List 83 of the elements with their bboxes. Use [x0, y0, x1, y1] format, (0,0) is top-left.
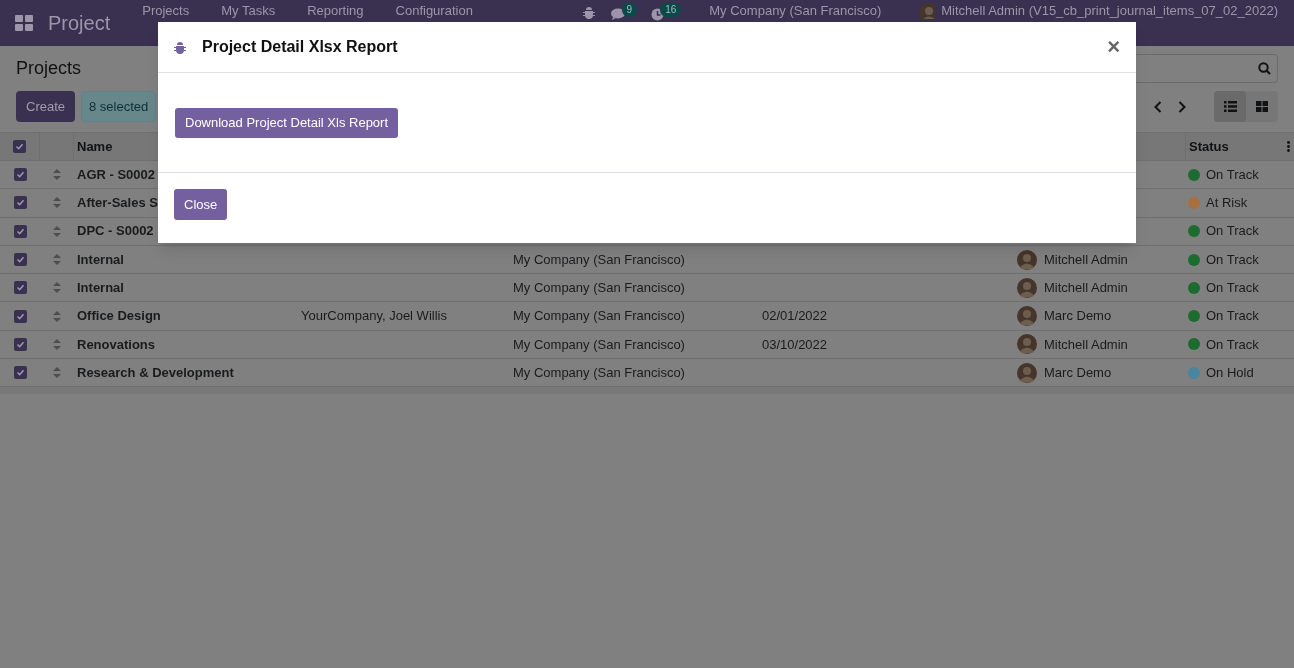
user-menu[interactable]: Mitchell Admin (V15_cb_print_journal_items_07_02_2022) [941, 3, 1278, 19]
table-cell-text: After-Sales S [77, 194, 158, 213]
column-header[interactable]: Name [74, 136, 113, 157]
apps-menu-icon[interactable] [15, 15, 33, 31]
close-button[interactable]: Close [174, 189, 228, 220]
status-label: On Track [1206, 279, 1259, 298]
checkbox[interactable] [13, 366, 27, 380]
app-name[interactable]: Project [48, 8, 111, 38]
create-button[interactable]: Create [16, 91, 76, 122]
grid-icon [1256, 101, 1268, 112]
drag-handle-icon[interactable] [53, 282, 61, 294]
avatar-icon [1017, 249, 1037, 270]
table-cell-text: Renovations [77, 335, 155, 354]
table-cell-text: Internal [77, 250, 124, 269]
bug-icon[interactable] [174, 40, 186, 54]
table-cell-text: 02/01/2022 [762, 307, 828, 326]
avatar-icon [1017, 306, 1037, 327]
table-cell-text: My Company (San Francisco) [513, 250, 685, 269]
table-cell-text: Mitchell Admin [1044, 250, 1128, 269]
table-cell-text: AGR - S0002 [77, 165, 156, 184]
messages-button[interactable]: 9 [610, 3, 638, 20]
checkbox[interactable] [13, 168, 27, 182]
counter-badge: 9 [621, 3, 638, 17]
table-cell-text: My Company (San Francisco) [513, 335, 685, 354]
status-label: On Track [1206, 222, 1259, 241]
table-cell-text: Marc Demo [1044, 307, 1112, 326]
status-label: On Hold [1206, 363, 1254, 382]
avatar-icon [919, 3, 936, 19]
drag-handle-icon[interactable] [53, 310, 61, 322]
drag-handle-icon[interactable] [53, 169, 61, 181]
avatar-icon [1017, 334, 1037, 355]
table-cell-text: DPC - S0002 [77, 222, 154, 241]
table-cell-text: YourCompany, Joel Willis [301, 307, 447, 326]
drag-handle-icon[interactable] [53, 197, 61, 209]
drag-handle-icon[interactable] [53, 367, 61, 379]
status-label: On Track [1206, 165, 1259, 184]
table-cell-text: Internal [77, 279, 124, 298]
dialog-title: Project Detail Xlsx Report [202, 37, 398, 57]
company-switcher[interactable]: My Company (San Francisco) [709, 3, 882, 19]
status-label: On Track [1206, 307, 1259, 326]
table-cell-text: 03/10/2022 [762, 335, 828, 354]
download-button[interactable]: Download Project Detail Xls Report [175, 108, 399, 138]
menu-item[interactable]: Configuration [383, 3, 485, 19]
checkbox[interactable] [13, 224, 27, 238]
menu-item[interactable]: My Tasks [209, 3, 288, 19]
table-cell-text: My Company (San Francisco) [513, 279, 685, 298]
column-header[interactable]: Status [1189, 136, 1229, 157]
selection-badge: 8 selected [81, 91, 157, 122]
avatar-icon [1017, 277, 1037, 298]
table-cell-text: Research & Development [77, 363, 234, 382]
table-cell-text: My Company (San Francisco) [513, 307, 685, 326]
table-cell-text: Mitchell Admin [1044, 279, 1128, 298]
checkbox[interactable] [13, 337, 27, 351]
table-cell-text: Office Design [77, 307, 161, 326]
status-label: On Track [1206, 250, 1259, 269]
close-button[interactable]: × [1107, 36, 1120, 58]
status-label: At Risk [1206, 194, 1248, 213]
checkbox[interactable] [13, 253, 27, 267]
bug-icon[interactable] [582, 6, 595, 19]
checkbox[interactable] [13, 140, 26, 153]
status-label: On Track [1206, 335, 1259, 354]
checkbox[interactable] [13, 281, 27, 295]
search-icon [1258, 62, 1271, 75]
more-options-icon[interactable] [1287, 141, 1290, 152]
table-cell-text: My Company (San Francisco) [513, 363, 685, 382]
table-cell-text: Marc Demo [1044, 363, 1112, 382]
list-icon [1223, 101, 1237, 112]
chevron-left-icon[interactable] [1154, 100, 1162, 113]
activities-button[interactable]: 16 [651, 3, 682, 21]
checkbox[interactable] [13, 309, 27, 323]
checkbox[interactable] [13, 196, 27, 210]
chevron-right-icon[interactable] [1178, 100, 1186, 113]
menu-item[interactable]: Projects [130, 3, 202, 19]
chat-icon [610, 8, 625, 20]
drag-handle-icon[interactable] [53, 338, 61, 350]
drag-handle-icon[interactable] [53, 254, 61, 266]
table-cell-text: Mitchell Admin [1044, 335, 1128, 354]
menu-item[interactable]: Reporting [295, 3, 376, 19]
page-title: Projects [16, 57, 82, 80]
counter-badge: 16 [660, 3, 682, 17]
avatar-icon [1017, 362, 1037, 383]
list-view-button[interactable] [1214, 91, 1246, 122]
drag-handle-icon[interactable] [53, 225, 61, 237]
